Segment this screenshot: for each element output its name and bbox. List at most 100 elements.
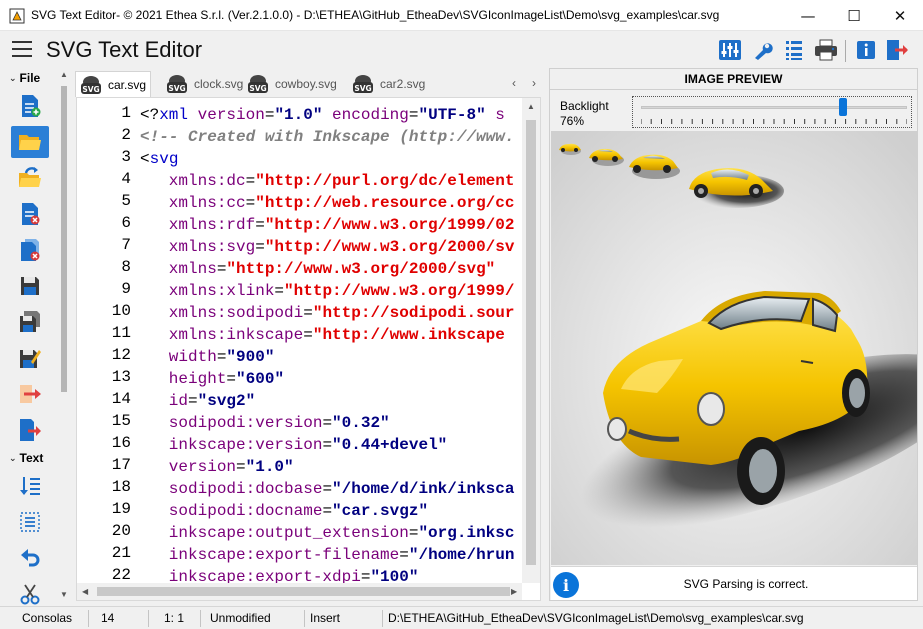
svg-file-icon: SVG bbox=[167, 75, 187, 93]
code-line[interactable]: sodipodi:docbase="/home/d/ink/inksca bbox=[140, 478, 515, 500]
scroll-right-icon[interactable]: ▶ bbox=[511, 587, 517, 596]
code-line[interactable]: sodipodi:docname="car.svgz" bbox=[140, 500, 428, 522]
code-line[interactable]: <!-- Created with Inkscape (http://www. bbox=[140, 126, 514, 148]
scroll-up-icon[interactable]: ▲ bbox=[527, 102, 535, 111]
app-logo-icon bbox=[9, 8, 25, 24]
code-line[interactable]: xmlns="http://www.w3.org/2000/svg" bbox=[140, 258, 495, 280]
code-line[interactable]: inkscape:export-filename="/home/hrun bbox=[140, 544, 515, 566]
tab-prev-button[interactable]: ‹ bbox=[512, 76, 516, 90]
save-as-button[interactable] bbox=[11, 306, 49, 338]
chevron-down-icon: ⌄ bbox=[9, 452, 17, 463]
scroll-left-icon[interactable]: ◀ bbox=[82, 587, 88, 596]
code-line[interactable]: xmlns:inkscape="http://www.inkscape bbox=[140, 324, 505, 346]
scroll-up-icon[interactable]: ▲ bbox=[59, 70, 69, 79]
info-icon[interactable] bbox=[852, 36, 880, 64]
wrench-icon[interactable] bbox=[748, 36, 776, 64]
editor-horizontal-scrollbar[interactable]: ◀ ▶ bbox=[77, 583, 522, 600]
close-all-button[interactable] bbox=[11, 234, 49, 266]
code-token: version bbox=[188, 106, 265, 124]
code-line[interactable]: inkscape:version="0.44+devel" bbox=[140, 434, 447, 456]
file-category-header[interactable]: ⌄ File bbox=[9, 70, 40, 86]
code-line[interactable]: xmlns:cc="http://web.resource.org/cc bbox=[140, 192, 515, 214]
close-window-button[interactable]: ✕ bbox=[877, 0, 923, 31]
status-font-name: Consolas bbox=[22, 611, 73, 625]
app-header: SVG Text Editor bbox=[0, 31, 923, 68]
exit-icon[interactable] bbox=[883, 36, 911, 64]
close-file-button[interactable] bbox=[11, 198, 49, 230]
code-token: inkscape:export-filename bbox=[140, 546, 400, 564]
code-line[interactable]: inkscape:export-xdpi="100" bbox=[140, 566, 419, 583]
code-line[interactable]: id="svg2" bbox=[140, 390, 255, 412]
code-token: "900" bbox=[226, 348, 275, 366]
minimize-button[interactable]: — bbox=[785, 0, 831, 31]
backlight-slider[interactable] bbox=[632, 96, 912, 128]
maximize-button[interactable]: ☐ bbox=[831, 0, 877, 31]
code-token: inkscape:export-xdpi bbox=[140, 568, 361, 583]
code-line[interactable]: xmlns:svg="http://www.w3.org/2000/sv bbox=[140, 236, 515, 258]
code-token: "http://www.w3.org/2000/svg" bbox=[226, 260, 496, 278]
scroll-down-icon[interactable]: ▼ bbox=[59, 590, 69, 599]
svg-text:SVG: SVG bbox=[354, 84, 371, 93]
sort-lines-button[interactable] bbox=[11, 470, 49, 502]
slider-thumb[interactable] bbox=[839, 98, 848, 116]
parse-status-message: SVG Parsing is correct. bbox=[683, 577, 809, 591]
code-editor[interactable]: 1 2 3 4 5 6 7 8 9 10 11 12 13 14 15 16 17 18 19 20 21 22 <?xm… bbox=[76, 97, 541, 601]
code-token: = bbox=[408, 524, 419, 542]
code-line[interactable]: <?xml version="1.0" encoding="UTF-8" s bbox=[140, 104, 505, 126]
settings-sliders-icon[interactable] bbox=[716, 36, 744, 64]
editor-vscroll-thumb[interactable] bbox=[526, 120, 536, 565]
code-token: = bbox=[216, 260, 227, 278]
hamburger-menu-icon[interactable] bbox=[12, 41, 32, 57]
code-token: xmlns:dc bbox=[140, 172, 246, 190]
save-all-button[interactable] bbox=[11, 342, 49, 374]
code-line[interactable]: sodipodi:version="0.32" bbox=[140, 412, 390, 434]
list-icon[interactable] bbox=[780, 36, 808, 64]
code-line[interactable]: xmlns:dc="http://purl.org/dc/element bbox=[140, 170, 515, 192]
code-line[interactable]: xmlns:rdf="http://www.w3.org/1999/02 bbox=[140, 214, 515, 236]
code-token: inkscape:version bbox=[140, 436, 323, 454]
sidebar-scroll-thumb[interactable] bbox=[61, 86, 67, 392]
select-all-button[interactable] bbox=[11, 506, 49, 538]
export-button[interactable] bbox=[11, 378, 49, 410]
title-bar: SVG Text Editor- © 2021 Ethea S.r.l. (Ve… bbox=[0, 0, 923, 31]
line-number: 16 bbox=[111, 434, 131, 452]
code-line[interactable]: width="900" bbox=[140, 346, 275, 368]
tab-clock-svg[interactable]: SVG clock.svg bbox=[162, 72, 247, 96]
code-token: "http://www.w3.org/1999/ bbox=[284, 282, 515, 300]
printer-icon[interactable] bbox=[812, 36, 840, 64]
chevron-down-icon: ⌄ bbox=[9, 72, 17, 83]
tab-car2-svg[interactable]: SVG car2.svg bbox=[348, 72, 429, 96]
text-category-header[interactable]: ⌄ Text bbox=[9, 450, 43, 466]
tab-label: clock.svg bbox=[194, 77, 244, 91]
sidebar-scrollbar[interactable]: ▲ ▼ bbox=[59, 68, 69, 606]
code-token: inkscape:output_extension bbox=[140, 524, 409, 542]
code-line[interactable]: inkscape:output_extension="org.inksc bbox=[140, 522, 515, 544]
tab-car-svg[interactable]: SVG car.svg bbox=[75, 71, 152, 97]
save-button[interactable] bbox=[11, 270, 49, 302]
editor-vertical-scrollbar[interactable]: ▲ bbox=[522, 98, 540, 583]
status-divider bbox=[200, 610, 201, 627]
code-token: <? bbox=[140, 106, 160, 124]
tab-label: car2.svg bbox=[380, 77, 426, 91]
exit-document-button[interactable] bbox=[11, 414, 49, 446]
code-line[interactable]: <svg bbox=[140, 148, 178, 170]
code-line[interactable]: xmlns:xlink="http://www.w3.org/1999/ bbox=[140, 280, 515, 302]
line-number: 8 bbox=[121, 258, 131, 276]
editor-hscroll-thumb[interactable] bbox=[97, 587, 510, 596]
code-token: = bbox=[255, 238, 265, 256]
code-token: "http://purl.org/dc/element bbox=[255, 172, 515, 190]
new-file-button[interactable] bbox=[11, 90, 49, 122]
line-number: 11 bbox=[111, 324, 131, 342]
tab-next-button[interactable]: › bbox=[532, 76, 536, 90]
code-token: version bbox=[140, 458, 237, 476]
code-line[interactable]: xmlns:sodipodi="http://sodipodi.sour bbox=[140, 302, 515, 324]
code-line[interactable]: version="1.0" bbox=[140, 456, 294, 478]
tab-cowboy-svg[interactable]: SVG cowboy.svg bbox=[243, 72, 341, 96]
open-file-button[interactable] bbox=[11, 126, 49, 158]
code-token: = bbox=[236, 458, 246, 476]
code-area[interactable]: <?xml version="1.0" encoding="UTF-8" s <!… bbox=[140, 98, 522, 583]
open-folder-icon bbox=[19, 135, 41, 150]
reopen-button[interactable] bbox=[11, 162, 49, 194]
code-line[interactable]: height="600" bbox=[140, 368, 284, 390]
undo-button[interactable] bbox=[11, 542, 49, 574]
